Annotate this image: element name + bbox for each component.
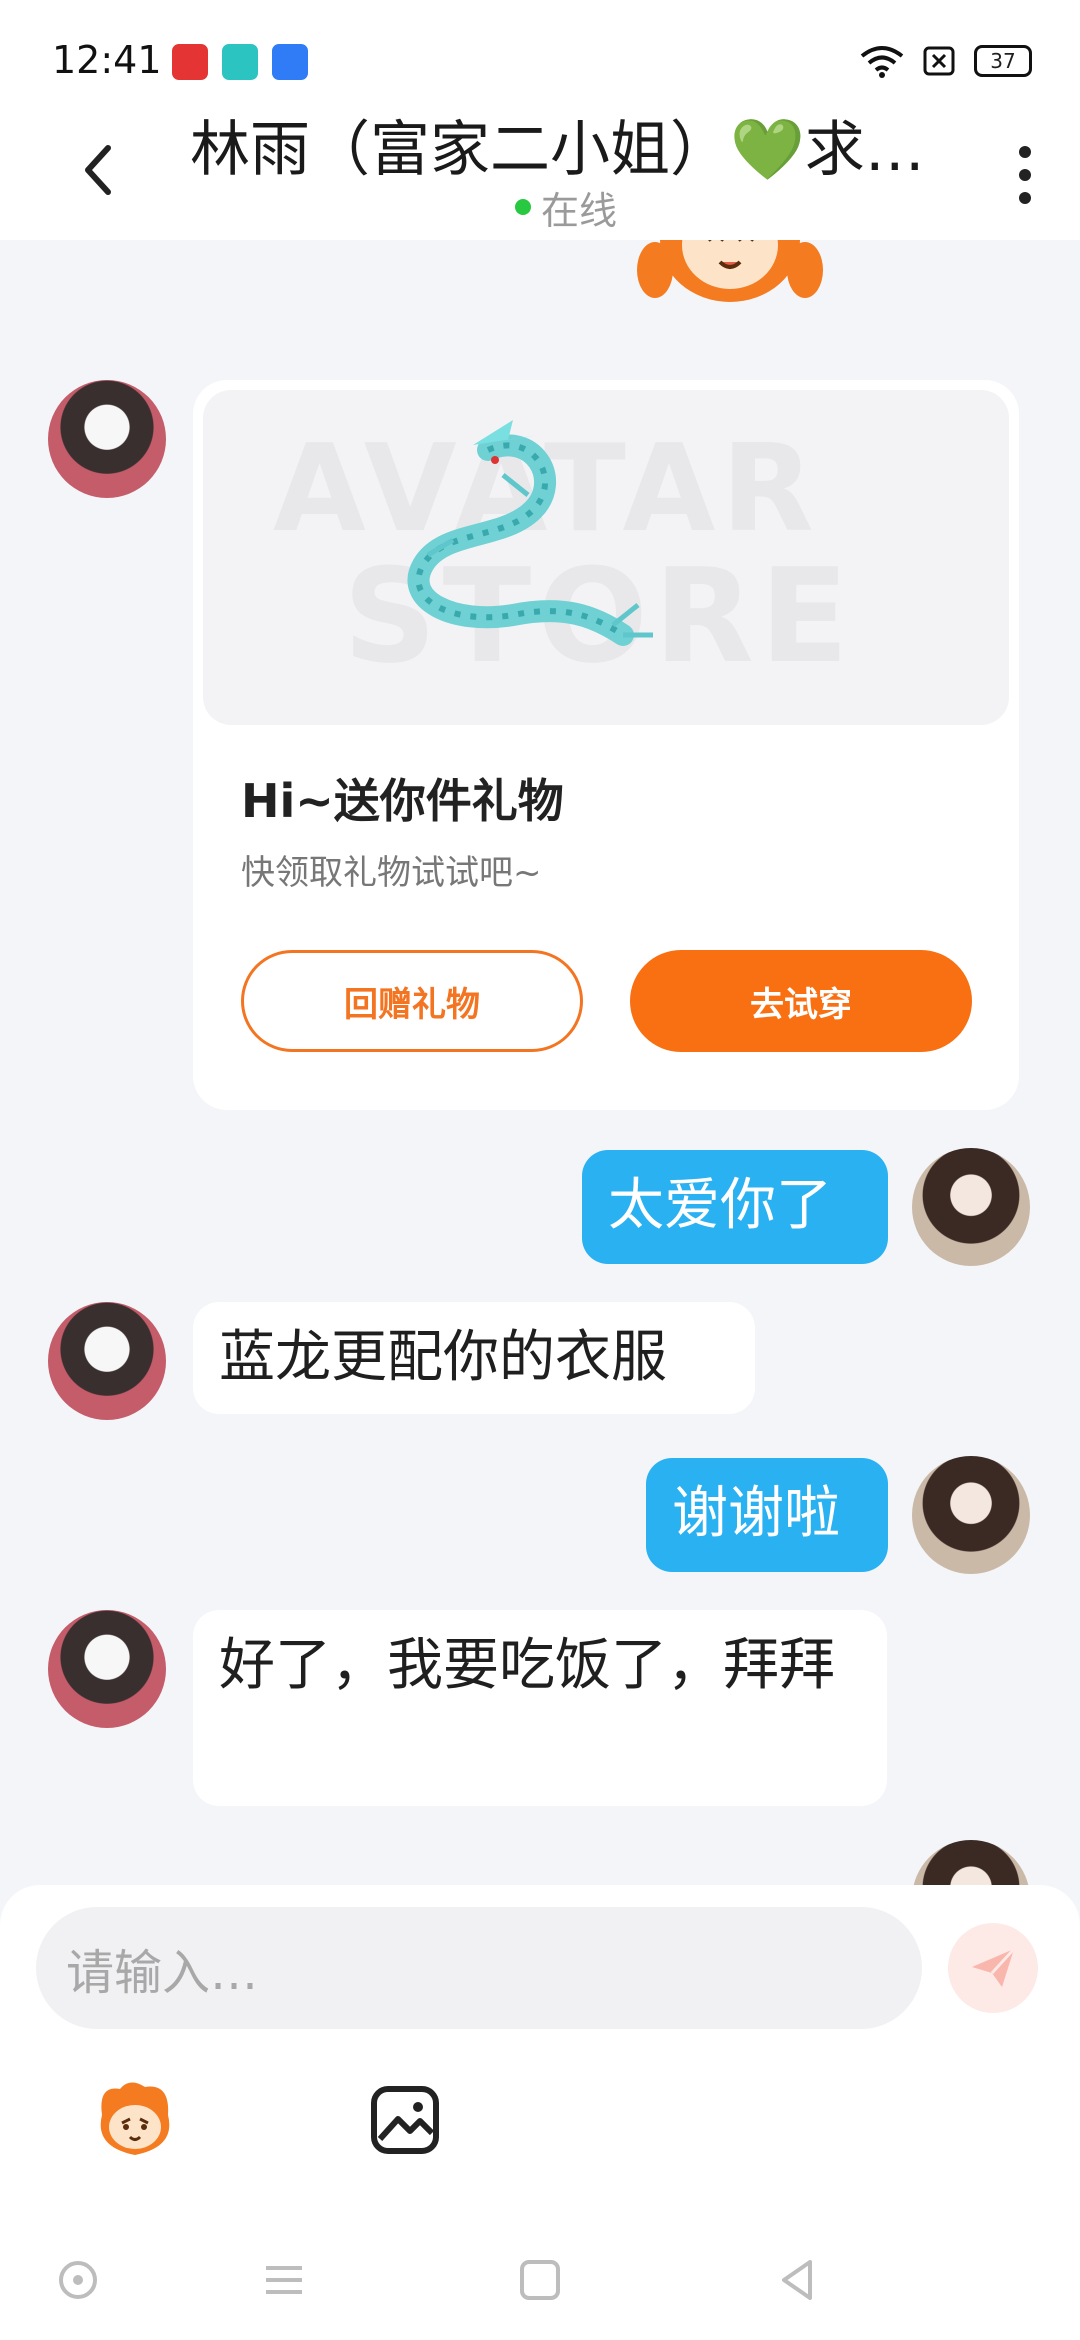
chat-message-list[interactable]: AVATAR STORE Hi~送你件礼物 快领取礼物试试吧~ 回赠礼物 去试穿…	[0, 240, 1080, 1885]
message-composer: 请输入…	[0, 1885, 1080, 2220]
online-dot-icon	[515, 199, 531, 215]
send-button[interactable]	[948, 1923, 1038, 2013]
wifi-icon	[860, 46, 904, 78]
teal-app-icon	[222, 44, 258, 80]
menu-nav-icon[interactable]	[254, 2250, 314, 2310]
gift-card-subtitle: 快领取礼物试试吧~	[241, 853, 542, 893]
sim-off-icon	[923, 46, 955, 76]
circle-nav-icon[interactable]	[48, 2250, 108, 2310]
contact-avatar[interactable]	[48, 1610, 166, 1728]
gift-image: AVATAR STORE	[203, 390, 1009, 725]
my-avatar[interactable]	[912, 1456, 1030, 1574]
image-icon[interactable]	[360, 2075, 450, 2165]
back-triangle-icon[interactable]	[768, 2250, 828, 2310]
mascot-sticker-partial	[637, 240, 823, 302]
gift-card-message[interactable]: AVATAR STORE Hi~送你件礼物 快领取礼物试试吧~ 回赠礼物 去试穿	[193, 380, 1019, 1110]
contact-avatar[interactable]	[48, 1302, 166, 1420]
back-arrow-icon[interactable]	[70, 140, 130, 200]
outgoing-message[interactable]: 太爱你了	[582, 1150, 888, 1264]
my-avatar[interactable]	[912, 1148, 1030, 1266]
return-gift-button[interactable]: 回赠礼物	[241, 950, 583, 1052]
system-nav-bar	[0, 2220, 1080, 2340]
online-status: 在线	[515, 182, 618, 233]
incoming-message[interactable]: 蓝龙更配你的衣服	[193, 1302, 755, 1414]
chat-header: 林雨（富家二小姐）💚求… 在线	[0, 110, 1080, 240]
outgoing-message[interactable]: 谢谢啦	[646, 1458, 888, 1572]
blue-dragon-image	[407, 420, 653, 646]
status-bar: 12:41 37	[0, 0, 1080, 110]
blue-app-icon	[272, 44, 308, 80]
chat-title: 林雨（富家二小姐）💚求…	[190, 115, 925, 185]
battery-icon: 37	[974, 45, 1032, 77]
home-square-icon[interactable]	[510, 2250, 570, 2310]
status-right-icons: 37	[860, 44, 1032, 78]
incoming-message[interactable]: 好了，我要吃饭了，拜拜	[193, 1610, 887, 1806]
message-input[interactable]: 请输入…	[36, 1907, 922, 2029]
my-avatar-partial	[912, 1840, 1030, 1885]
status-time: 12:41	[52, 38, 162, 82]
red-app-icon	[172, 44, 208, 80]
online-status-label: 在线	[541, 188, 618, 233]
gift-card-title: Hi~送你件礼物	[241, 774, 564, 828]
more-options-icon[interactable]	[1010, 140, 1040, 210]
mascot-sticker-icon[interactable]	[90, 2075, 180, 2165]
contact-avatar[interactable]	[48, 380, 166, 498]
status-app-icons	[172, 44, 308, 80]
try-on-button[interactable]: 去试穿	[630, 950, 972, 1052]
paper-plane-icon	[972, 1947, 1016, 1987]
